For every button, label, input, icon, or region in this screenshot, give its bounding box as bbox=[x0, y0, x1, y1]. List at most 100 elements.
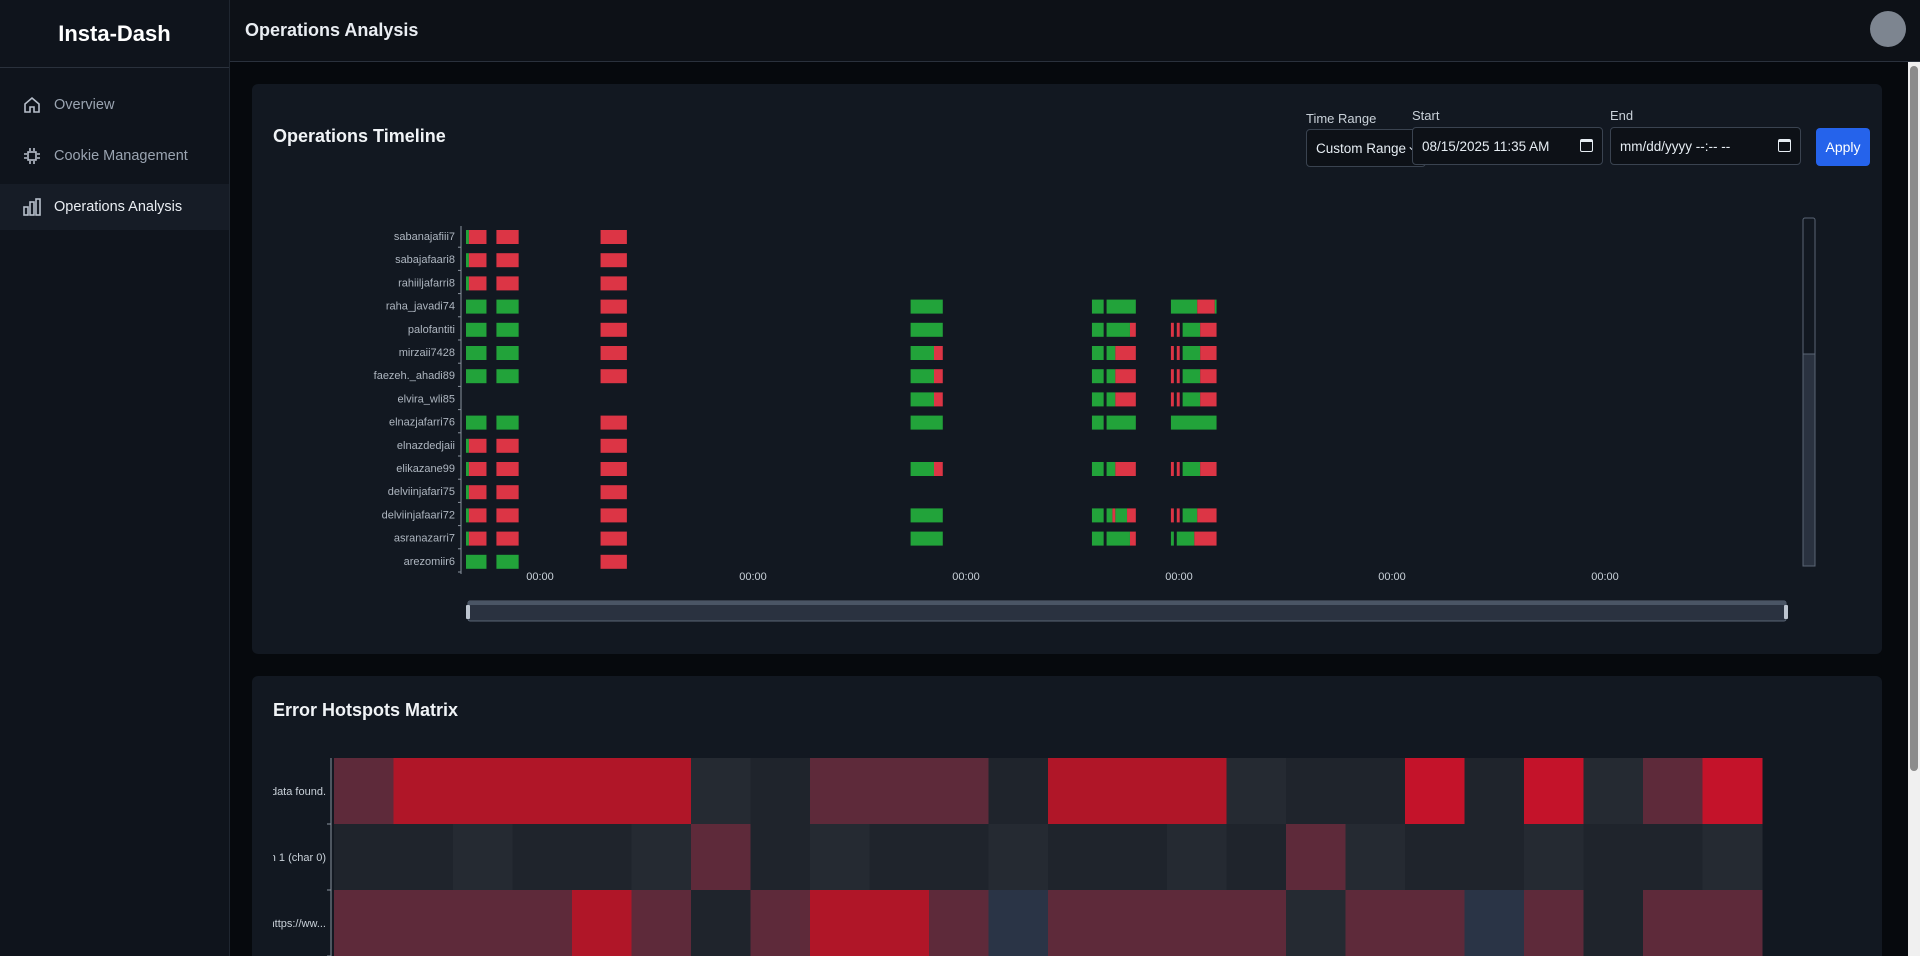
cookie-chip-icon bbox=[24, 148, 40, 164]
timeline-bar bbox=[466, 462, 469, 476]
timeline-bar bbox=[910, 369, 934, 384]
heatmap-cell bbox=[1524, 758, 1584, 825]
timeline-bar bbox=[1176, 392, 1180, 407]
heatmap-y-label: Failed: https://ww... bbox=[252, 918, 326, 930]
heatmap-cell bbox=[988, 890, 1049, 956]
heatmap-cell bbox=[929, 758, 989, 825]
timeline-bar bbox=[496, 438, 519, 453]
timeline-bar bbox=[1176, 369, 1180, 384]
timeline-bar bbox=[600, 485, 627, 500]
timeline-bar bbox=[1115, 346, 1136, 360]
heatmap-cell bbox=[929, 890, 989, 956]
timeline-bar bbox=[910, 462, 934, 476]
page-scrollbar[interactable] bbox=[1908, 62, 1920, 956]
sidebar-item-overview[interactable]: Overview bbox=[0, 82, 229, 128]
timeline-bar bbox=[1091, 508, 1104, 523]
heatmap-cell bbox=[869, 890, 930, 956]
timeline-bar bbox=[600, 554, 627, 569]
timeline-bar bbox=[1115, 462, 1136, 476]
error-hotspots-card: Error Hotspots Matrix No data found.Colu… bbox=[252, 676, 1882, 956]
sidebar-nav: Overview Cookie Management Operations An… bbox=[0, 82, 229, 230]
timeline-bar bbox=[466, 230, 469, 244]
timeline-bar bbox=[1091, 299, 1104, 314]
timeline-bar bbox=[1182, 346, 1201, 360]
timeline-bar bbox=[466, 438, 469, 453]
bar-chart-icon bbox=[23, 198, 41, 216]
timeline-bar bbox=[1091, 462, 1104, 476]
y-tick-label: arezomiir6 bbox=[404, 556, 455, 568]
timeline-bar bbox=[1182, 392, 1201, 407]
timeline-bar bbox=[934, 369, 943, 384]
timeline-bar bbox=[600, 369, 627, 384]
timeline-bar bbox=[1106, 415, 1136, 430]
timeline-bar bbox=[1176, 462, 1180, 476]
timeline-bar bbox=[1170, 462, 1174, 476]
timeline-bar bbox=[468, 230, 487, 244]
timeline-bar bbox=[1112, 508, 1116, 523]
timeline-bar bbox=[496, 346, 519, 360]
timeline-bar bbox=[910, 392, 934, 407]
timeline-bar bbox=[1091, 322, 1104, 337]
heatmap-cell bbox=[750, 890, 811, 956]
timeline-bar bbox=[1176, 346, 1180, 360]
timeline-bar bbox=[496, 276, 519, 291]
heatmap-y-label: No data found. bbox=[254, 786, 326, 798]
y-tick-label: palofantiti bbox=[408, 324, 455, 336]
heatmap-cell bbox=[334, 824, 394, 891]
heatmap-cell bbox=[1464, 758, 1525, 825]
timeline-bar bbox=[600, 230, 627, 244]
avatar[interactable] bbox=[1870, 11, 1906, 47]
heatmap-cell bbox=[393, 824, 454, 891]
heatmap-cell bbox=[1286, 890, 1346, 956]
heatmap-cell bbox=[810, 890, 870, 956]
y-tick-label: elvira_wli85 bbox=[398, 393, 455, 405]
timeline-bar bbox=[1176, 531, 1195, 546]
timeline-bar bbox=[910, 508, 943, 523]
sidebar-item-operations-analysis[interactable]: Operations Analysis bbox=[0, 184, 229, 230]
heatmap-cell bbox=[1464, 824, 1525, 891]
zoom-slider-handle-left bbox=[466, 605, 470, 619]
timeline-bar bbox=[600, 253, 627, 268]
sidebar-item-label: Overview bbox=[54, 97, 115, 113]
heatmap-cell bbox=[1583, 824, 1644, 891]
timeline-bar bbox=[1106, 531, 1130, 546]
heatmap-cell bbox=[1524, 824, 1584, 891]
timeline-bar bbox=[1115, 508, 1128, 523]
timeline-bar bbox=[1091, 392, 1104, 407]
timeline-bar bbox=[1176, 322, 1180, 337]
timeline-bar bbox=[466, 346, 487, 360]
timeline-bar bbox=[496, 485, 519, 500]
brand-logo: Insta-Dash bbox=[0, 0, 229, 68]
sidebar-item-cookie-management[interactable]: Cookie Management bbox=[0, 133, 229, 179]
heatmap-cell bbox=[1286, 824, 1346, 891]
y-tick-label: delviinjafaari72 bbox=[382, 509, 455, 521]
heatmap-cell bbox=[1107, 824, 1168, 891]
heatmap-cell bbox=[453, 824, 513, 891]
timeline-bar bbox=[468, 485, 487, 500]
heatmap-cell bbox=[1345, 824, 1406, 891]
timeline-bar bbox=[1200, 392, 1217, 407]
timeline-bar bbox=[1182, 508, 1198, 523]
timeline-bar bbox=[1106, 322, 1130, 337]
heatmap-cell bbox=[1643, 758, 1703, 825]
timeline-bar bbox=[910, 346, 934, 360]
heatmap-cell bbox=[512, 824, 573, 891]
timeline-bar bbox=[934, 346, 943, 360]
timeline-bar bbox=[1091, 369, 1104, 384]
timeline-bar bbox=[468, 276, 487, 291]
timeline-bar bbox=[600, 438, 627, 453]
scrollbar-thumb[interactable] bbox=[1910, 66, 1918, 771]
timeline-bar bbox=[1091, 346, 1104, 360]
timeline-bar bbox=[1170, 322, 1174, 337]
timeline-bar bbox=[1170, 369, 1174, 384]
heatmap-cell bbox=[1524, 890, 1584, 956]
heatmap-cell bbox=[988, 824, 1049, 891]
heatmap-cell bbox=[453, 890, 513, 956]
y-tick-label: elnazdedjaii bbox=[397, 440, 455, 452]
heatmap-cell bbox=[1643, 890, 1703, 956]
heatmap-cell bbox=[631, 824, 692, 891]
page-title: Operations Analysis bbox=[245, 20, 419, 40]
timeline-bar bbox=[1182, 462, 1201, 476]
heatmap-cell bbox=[393, 890, 454, 956]
timeline-bar bbox=[1106, 346, 1116, 360]
